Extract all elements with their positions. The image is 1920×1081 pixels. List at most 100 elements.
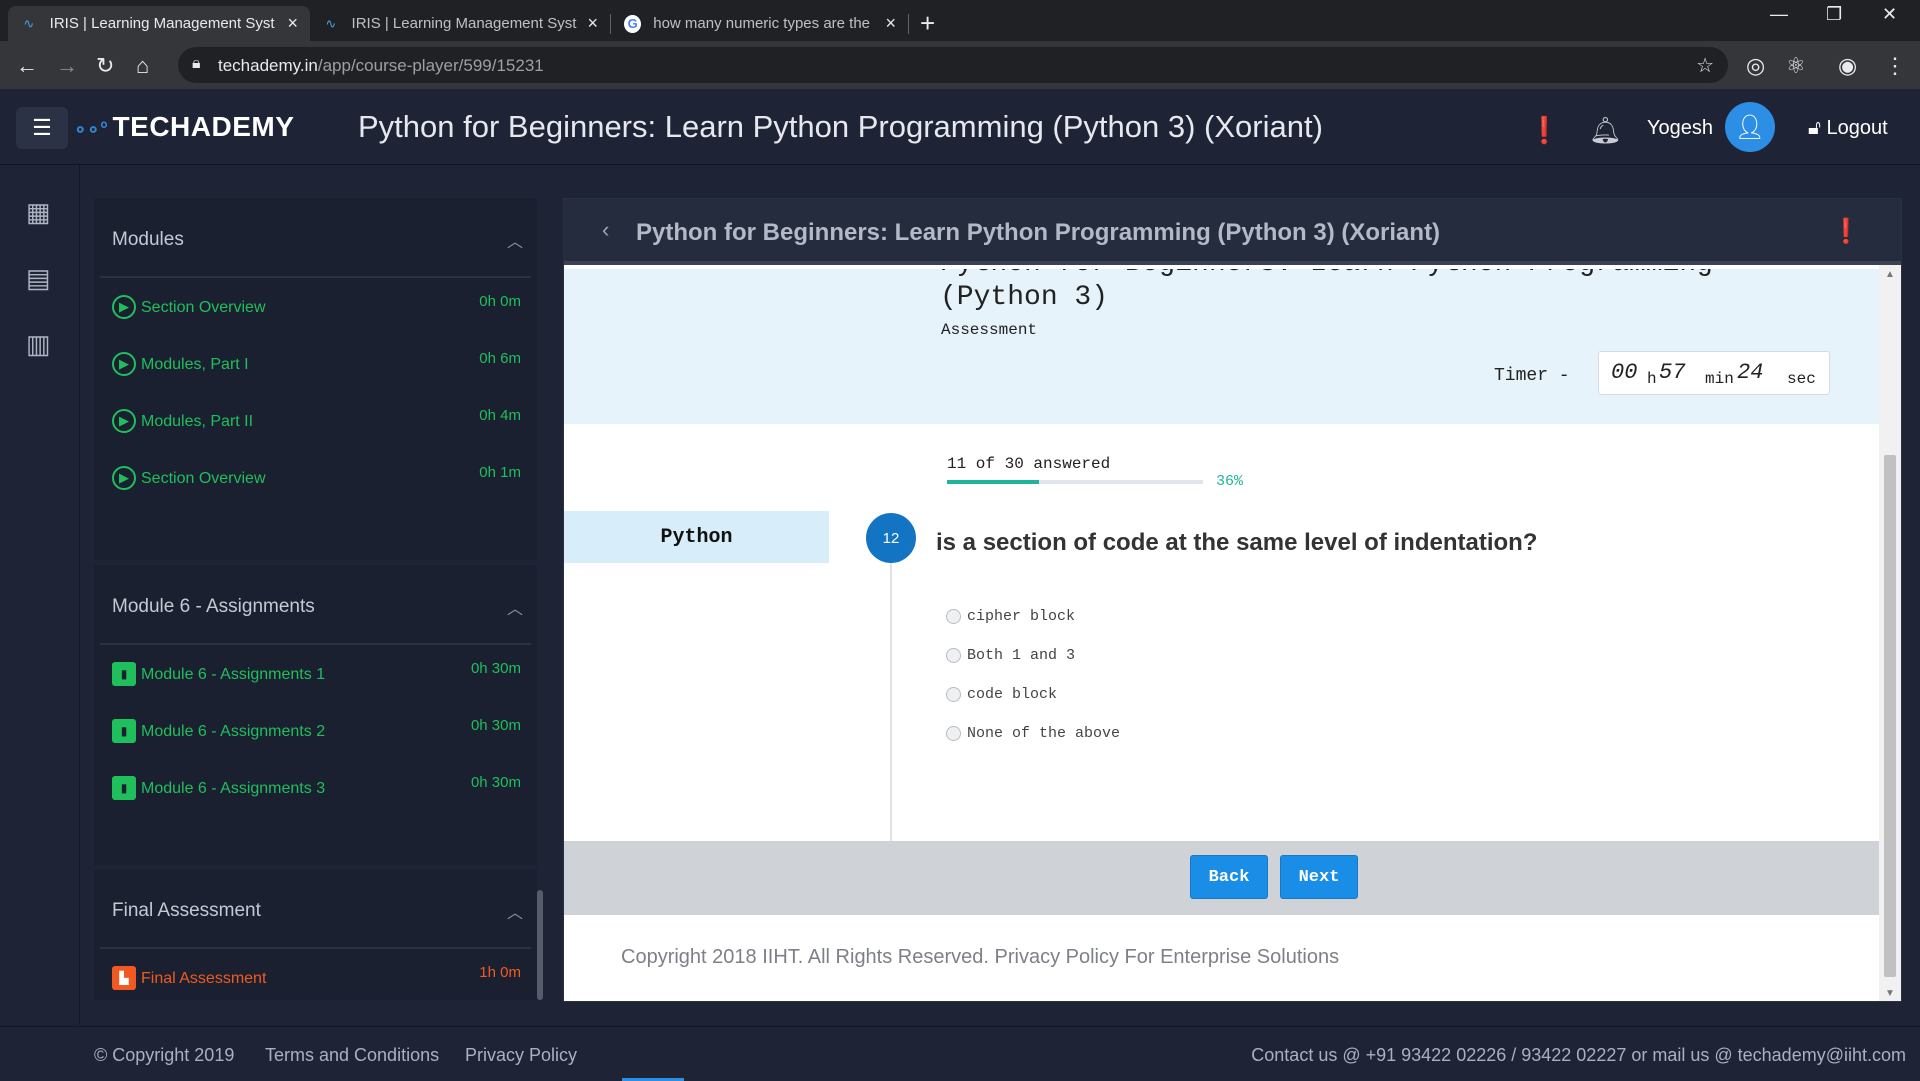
close-icon[interactable]: ×: [287, 13, 298, 34]
close-icon[interactable]: ×: [885, 13, 896, 34]
url-host: techademy.in: [218, 56, 318, 75]
player-scrollbar[interactable]: ▲ ▼: [1879, 265, 1901, 1001]
terms-link[interactable]: Terms and Conditions: [265, 1045, 439, 1066]
address-bar[interactable]: 🔒︎ techademy.in/app/course-player/599/15…: [178, 47, 1728, 83]
back-arrow-icon[interactable]: ←: [16, 53, 38, 79]
left-rail: ▦ ▤ ▥: [0, 165, 80, 1025]
lesson-duration: 0h 1m: [479, 464, 521, 481]
player-header: ‹ Python for Beginners: Learn Python Pro…: [564, 199, 1901, 265]
progress-percent: 36%: [1216, 473, 1244, 490]
window-close-icon[interactable]: ✕: [1882, 4, 1897, 25]
logo-text: TECHADEMY: [112, 111, 295, 142]
answer-option[interactable]: code block: [946, 686, 1057, 703]
category-tab[interactable]: Python: [564, 511, 829, 563]
module-header[interactable]: Modules ︿: [100, 198, 531, 278]
restore-icon[interactable]: ❐: [1826, 4, 1842, 25]
dashboard-icon[interactable]: ▦: [26, 197, 51, 228]
lesson-title: Modules, Part I: [141, 356, 249, 373]
lesson-item[interactable]: ▮ Module 6 - Assignments 3 0h 30m: [94, 759, 537, 816]
browser-tab-2[interactable]: ∿ IRIS | Learning Management Syst ×: [310, 6, 610, 41]
username[interactable]: Yogesh: [1647, 117, 1713, 140]
lesson-item[interactable]: ▮ Module 6 - Assignments 1 0h 30m: [94, 645, 537, 702]
chevron-up-icon[interactable]: ︿: [507, 899, 523, 923]
menu-kebab-icon[interactable]: ⋮: [1884, 53, 1906, 79]
assignment-icon: ▮: [112, 719, 136, 743]
forward-arrow-icon[interactable]: →: [56, 53, 78, 79]
close-icon[interactable]: ×: [587, 13, 598, 34]
chevron-up-icon[interactable]: ︿: [507, 228, 523, 252]
question-divider: [890, 531, 892, 841]
module-section-assignments: Module 6 - Assignments ︿ ▮ Module 6 - Ass…: [94, 565, 537, 865]
iris-favicon-icon: ∿: [23, 15, 35, 31]
feedback-icon[interactable]: ❗: [1528, 115, 1560, 146]
new-tab-icon[interactable]: +: [920, 8, 935, 39]
scroll-up-icon[interactable]: ▲: [1885, 269, 1895, 280]
extension-target-icon[interactable]: ◎: [1746, 53, 1765, 79]
option-label: cipher block: [967, 608, 1076, 625]
module-header[interactable]: Module 6 - Assignments ︿: [100, 565, 531, 645]
play-icon: ▶: [112, 409, 136, 433]
next-button[interactable]: Next: [1280, 855, 1358, 899]
courses-icon[interactable]: ▤: [26, 263, 51, 294]
user-icon: 👤︎: [1734, 113, 1766, 141]
timer-hours: 00: [1611, 360, 1638, 385]
lesson-item[interactable]: ▶ Modules, Part I 0h 6m: [94, 335, 537, 392]
chevron-left-icon[interactable]: ‹: [602, 217, 609, 243]
logout-button[interactable]: 🔓︎ Logout: [1808, 117, 1888, 140]
progress-fill: [947, 480, 1040, 484]
answer-option[interactable]: Both 1 and 3: [946, 647, 1075, 664]
radio-button[interactable]: [946, 609, 961, 624]
radio-button[interactable]: [946, 648, 961, 663]
answer-option[interactable]: cipher block: [946, 608, 1075, 625]
timer-minutes-unit: min: [1705, 370, 1734, 388]
home-icon[interactable]: ⌂: [136, 53, 149, 79]
lesson-title: Section Overview: [141, 470, 266, 487]
reload-icon[interactable]: ↻: [96, 53, 114, 79]
lesson-item[interactable]: ▶ Modules, Part II 0h 4m: [94, 392, 537, 449]
browser-tab-3[interactable]: G how many numeric types are the ×: [612, 6, 908, 41]
radio-button[interactable]: [946, 726, 961, 741]
timer-seconds-unit: sec: [1787, 370, 1816, 388]
feedback-icon[interactable]: ❗: [1831, 217, 1861, 246]
module-panel: Modules ︿ ▶ Section Overview 0h 0m ▶ Module…: [94, 198, 537, 1000]
timer-label: Timer -: [1494, 366, 1570, 386]
assessment-label: Assessment: [941, 321, 1038, 339]
privacy-link[interactable]: Privacy Policy: [465, 1045, 577, 1066]
scrollbar-thumb[interactable]: [1884, 455, 1896, 977]
lesson-item[interactable]: ▶ Section Overview 0h 1m: [94, 449, 537, 506]
lesson-item[interactable]: ▶ Section Overview 0h 0m: [94, 278, 537, 335]
lesson-item[interactable]: ▙ Final Assessment 1h 0m: [94, 949, 537, 1000]
assessment-course-name: Python for Beginners: Learn Python Progr…: [940, 269, 1713, 313]
browser-toolbar: ← → ↻ ⌂ 🔒︎ techademy.in/app/course-playe…: [0, 41, 1920, 89]
menu-button[interactable]: ☰: [16, 107, 68, 149]
action-bar: Back Next: [564, 841, 1879, 915]
back-button[interactable]: Back: [1190, 855, 1268, 899]
notification-bell-icon[interactable]: 🔔︎: [1589, 115, 1622, 146]
logo-mark-icon: ∘∘°: [74, 119, 109, 141]
browser-tab-bar: ∿ IRIS | Learning Management Syst × ∿ IR…: [0, 0, 1920, 41]
avatar[interactable]: 👤︎: [1725, 102, 1775, 152]
techademy-logo[interactable]: ∘∘° TECHADEMY: [74, 111, 294, 143]
extension-atom-icon[interactable]: ⚛: [1786, 53, 1806, 79]
lesson-item[interactable]: ▮ Module 6 - Assignments 2 0h 30m: [94, 702, 537, 759]
library-icon[interactable]: ▥: [26, 329, 51, 360]
chevron-up-icon[interactable]: ︿: [507, 595, 523, 619]
browser-tab-1[interactable]: ∿ IRIS | Learning Management Syst ×: [8, 6, 310, 41]
question-text: is a section of code at the same level o…: [936, 529, 1538, 556]
minimize-icon[interactable]: —: [1770, 4, 1788, 25]
bookmark-star-icon[interactable]: ☆: [1696, 53, 1714, 78]
module-header[interactable]: Final Assessment ︿: [100, 869, 531, 949]
lock-icon: 🔓︎: [1808, 117, 1827, 139]
scroll-down-icon[interactable]: ▼: [1885, 988, 1895, 999]
tab-title: IRIS | Learning Management Syst: [351, 15, 577, 32]
lesson-duration: 0h 30m: [470, 774, 521, 791]
page-footer: © Copyright 2019 Terms and Conditions Pr…: [0, 1026, 1920, 1081]
lesson-duration: 0h 0m: [479, 293, 521, 310]
lesson-duration: 0h 6m: [479, 350, 521, 367]
answer-option[interactable]: None of the above: [946, 725, 1120, 742]
progress-bar: [947, 480, 1203, 484]
profile-icon[interactable]: ◉: [1838, 53, 1857, 79]
module-panel-scrollbar[interactable]: [537, 890, 543, 1000]
radio-button[interactable]: [946, 687, 961, 702]
tab-title: how many numeric types are the: [653, 15, 871, 32]
